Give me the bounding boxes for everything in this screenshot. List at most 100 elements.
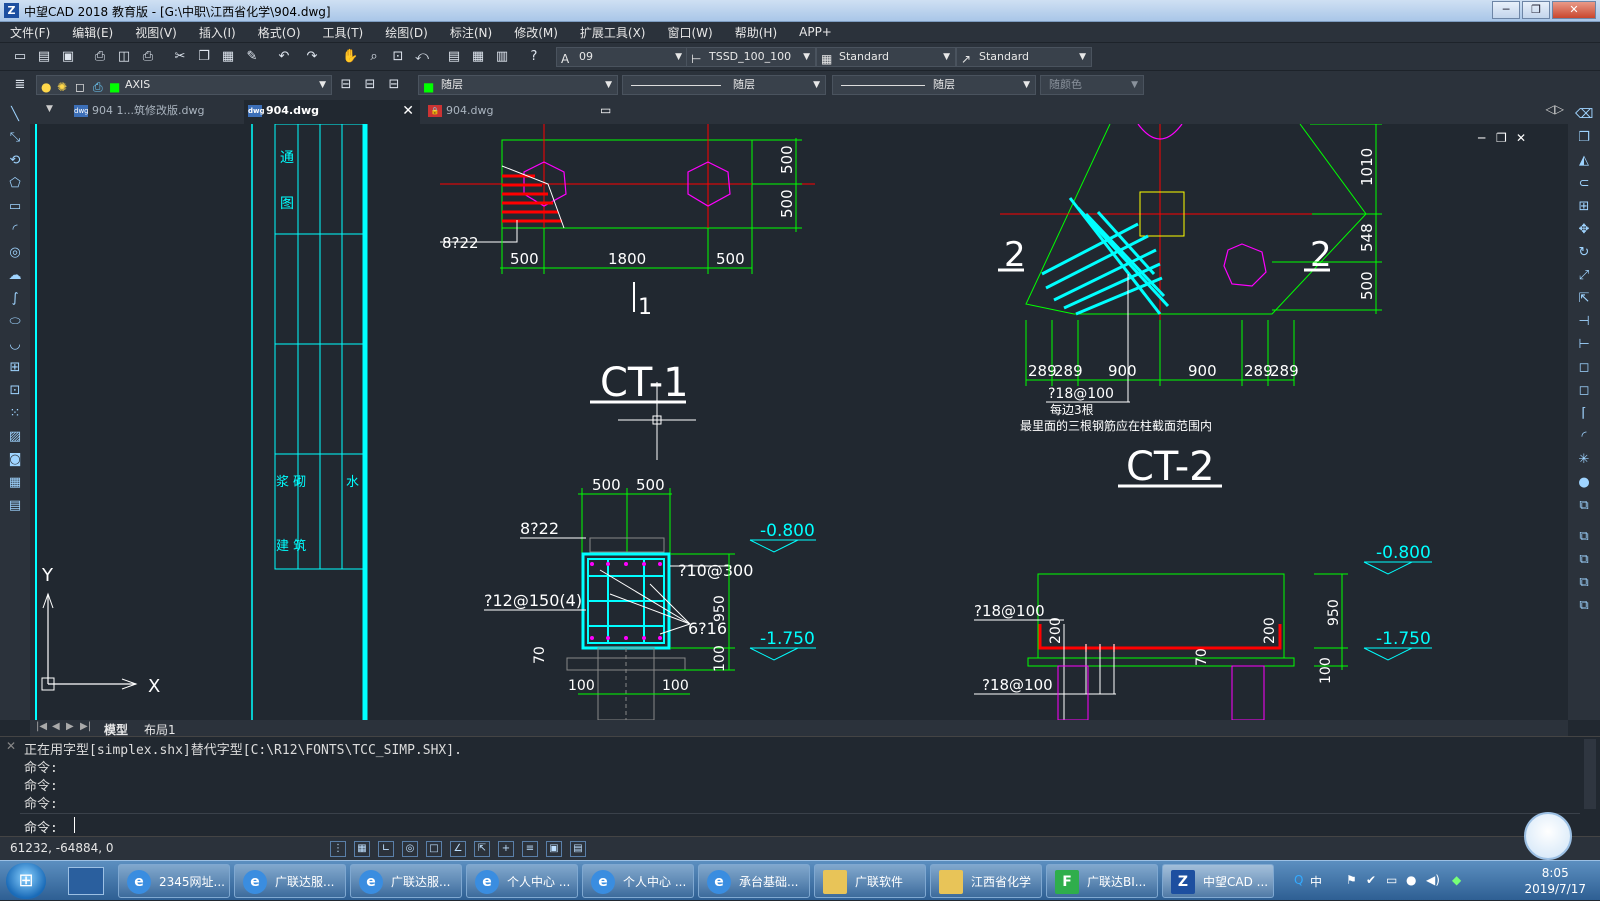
- polygon-icon[interactable]: ⬠: [6, 175, 24, 193]
- security-icon[interactable]: ✔: [1366, 873, 1376, 887]
- display-icon[interactable]: ▭: [1386, 873, 1397, 887]
- rotate-icon[interactable]: ↻: [1575, 244, 1593, 262]
- command-scrollbar[interactable]: [1584, 739, 1596, 809]
- command-input[interactable]: 命令:: [20, 813, 1580, 836]
- qq-icon[interactable]: Q: [1294, 873, 1303, 887]
- selection-cycling-toggle-icon[interactable]: ▤: [570, 841, 586, 857]
- table-icon[interactable]: ▦: [6, 474, 24, 492]
- grid-toggle-icon[interactable]: ▦: [354, 841, 370, 857]
- copy-object-icon[interactable]: ❐: [1575, 129, 1593, 147]
- chamfer-icon[interactable]: ⌈: [1575, 405, 1593, 423]
- save-icon[interactable]: ▣: [60, 49, 76, 65]
- redo-icon[interactable]: ↷: [304, 49, 320, 65]
- cut-icon[interactable]: ✂: [172, 49, 188, 65]
- drawing-canvas[interactable]: 通 图 浆 砌 建 筑 水 Y X 8?22 500 1800 500 500 …: [30, 124, 1568, 720]
- otrack-toggle-icon[interactable]: ∠: [450, 841, 466, 857]
- dim-style-dropdown[interactable]: ⊢ TSSD_100_100 ▼: [686, 47, 816, 67]
- layout-nav-first-icon[interactable]: |◀: [36, 721, 47, 732]
- print-icon[interactable]: ⎙: [92, 49, 108, 65]
- new-tab-icon[interactable]: ▭: [600, 103, 611, 117]
- text-style-dropdown[interactable]: A 09 ▼: [556, 47, 688, 67]
- extend-icon[interactable]: ⊢: [1575, 336, 1593, 354]
- stretch-icon[interactable]: ⇱: [1575, 290, 1593, 308]
- menu-help[interactable]: 帮助(H): [735, 24, 777, 41]
- circle-icon[interactable]: ◎: [6, 244, 24, 262]
- revision-cloud-icon[interactable]: ☁: [6, 267, 24, 285]
- insert-block-icon[interactable]: ⊞: [6, 359, 24, 377]
- layer-dropdown[interactable]: ● ✺ ◻ ⎙ ■ AXIS ▼: [36, 75, 332, 95]
- close-tab-icon[interactable]: ✕: [402, 100, 414, 122]
- polyline-icon[interactable]: ⟲: [6, 152, 24, 170]
- help-icon[interactable]: ?: [526, 49, 542, 65]
- point-icon[interactable]: ⁙: [6, 405, 24, 423]
- scale-icon[interactable]: ⤢: [1575, 267, 1593, 285]
- ellipse-icon[interactable]: ⬭: [6, 313, 24, 331]
- menu-window[interactable]: 窗口(W): [668, 24, 713, 41]
- bring-front-icon[interactable]: ⧉: [1575, 528, 1593, 546]
- pan-icon[interactable]: ✋: [342, 49, 358, 65]
- dyn-ucs-toggle-icon[interactable]: ⇱: [474, 841, 490, 857]
- array-icon[interactable]: ⊞: [1575, 198, 1593, 216]
- ellipse-arc-icon[interactable]: ◡: [6, 336, 24, 354]
- hatch-icon[interactable]: ▨: [6, 428, 24, 446]
- lineweight-toggle-icon[interactable]: ≡: [522, 841, 538, 857]
- taskbar-item-3[interactable]: e 广联达服...: [350, 864, 462, 898]
- multileader-style-dropdown[interactable]: ↗ Standard ▼: [956, 47, 1092, 67]
- taskbar-item-2[interactable]: e 广联达服...: [234, 864, 346, 898]
- zoom-previous-icon[interactable]: ⤺: [414, 49, 430, 65]
- tab-scroll-icon[interactable]: ◁▷: [1546, 102, 1564, 116]
- maximize-button[interactable]: ❐: [1522, 1, 1550, 19]
- clock[interactable]: 8:05 2019/7/17: [1524, 865, 1586, 897]
- network-icon[interactable]: ⚑: [1346, 873, 1357, 887]
- snap-toggle-icon[interactable]: ⋮: [330, 841, 346, 857]
- viewport-minimize-icon[interactable]: ─: [1477, 131, 1486, 145]
- taskbar-item-9[interactable]: F 广联达BI...: [1046, 864, 1158, 898]
- start-button[interactable]: ⊞: [6, 863, 46, 899]
- menu-format[interactable]: 格式(O): [258, 24, 301, 41]
- taskbar-item-4[interactable]: e 个人中心 ...: [466, 864, 578, 898]
- match-properties-icon[interactable]: ✎: [244, 49, 260, 65]
- viewport-restore-icon[interactable]: ❐: [1496, 131, 1507, 145]
- layer-manager-icon[interactable]: ≣: [12, 77, 28, 93]
- undo-icon[interactable]: ↶: [276, 49, 292, 65]
- menu-dimension[interactable]: 标注(N): [450, 24, 492, 41]
- send-back-icon[interactable]: ⧉: [1575, 551, 1593, 569]
- tab-doc-2[interactable]: dwg 904.dwg ✕: [244, 100, 420, 124]
- quick-props-toggle-icon[interactable]: ▣: [546, 841, 562, 857]
- ortho-toggle-icon[interactable]: ∟: [378, 841, 394, 857]
- line-icon[interactable]: ╲: [6, 106, 24, 124]
- paste-icon[interactable]: ▦: [220, 49, 236, 65]
- under-object-icon[interactable]: ⧉: [1575, 597, 1593, 615]
- draworder-icon[interactable]: ⧉: [1575, 497, 1593, 515]
- app-tray-icon[interactable]: ●: [1406, 873, 1416, 887]
- table-style-dropdown[interactable]: ▦ Standard ▼: [816, 47, 956, 67]
- assistant-avatar[interactable]: [1524, 812, 1572, 860]
- ime-indicator[interactable]: 中: [1310, 873, 1322, 890]
- make-block-icon[interactable]: ⊡: [6, 382, 24, 400]
- close-button[interactable]: ✕: [1552, 1, 1596, 19]
- construction-line-icon[interactable]: ⤡: [6, 129, 24, 147]
- publish-icon[interactable]: ⎙: [140, 49, 156, 65]
- spline-icon[interactable]: ∫: [6, 290, 24, 308]
- layout-nav-last-icon[interactable]: ▶|: [80, 721, 91, 732]
- join-icon[interactable]: ◻: [1575, 382, 1593, 400]
- viewport-close-icon[interactable]: ✕: [1516, 131, 1526, 145]
- region-icon[interactable]: ◙: [6, 451, 24, 469]
- fillet-icon[interactable]: ◜: [1575, 428, 1593, 446]
- taskbar-item-8[interactable]: 江西省化学: [930, 864, 1042, 898]
- osnap-toggle-icon[interactable]: □: [426, 841, 442, 857]
- make-current-layer-icon[interactable]: ⊟: [338, 77, 354, 93]
- tab-list-chevron-icon[interactable]: ▼: [46, 104, 53, 114]
- taskbar-item-7[interactable]: 广联软件: [814, 864, 926, 898]
- zoom-window-icon[interactable]: ⊡: [390, 49, 406, 65]
- print-preview-icon[interactable]: ◫: [116, 49, 132, 65]
- menu-app[interactable]: APP+: [799, 25, 832, 39]
- color-dropdown[interactable]: ■ 随层 ▼: [418, 75, 618, 95]
- design-center-icon[interactable]: ▦: [470, 49, 486, 65]
- command-close-icon[interactable]: ✕: [6, 739, 16, 753]
- properties-icon[interactable]: ▤: [446, 49, 462, 65]
- layout-nav-prev-icon[interactable]: ◀: [52, 721, 60, 732]
- break-icon[interactable]: ◻: [1575, 359, 1593, 377]
- layer-previous-icon[interactable]: ⊟: [362, 77, 378, 93]
- above-object-icon[interactable]: ⧉: [1575, 574, 1593, 592]
